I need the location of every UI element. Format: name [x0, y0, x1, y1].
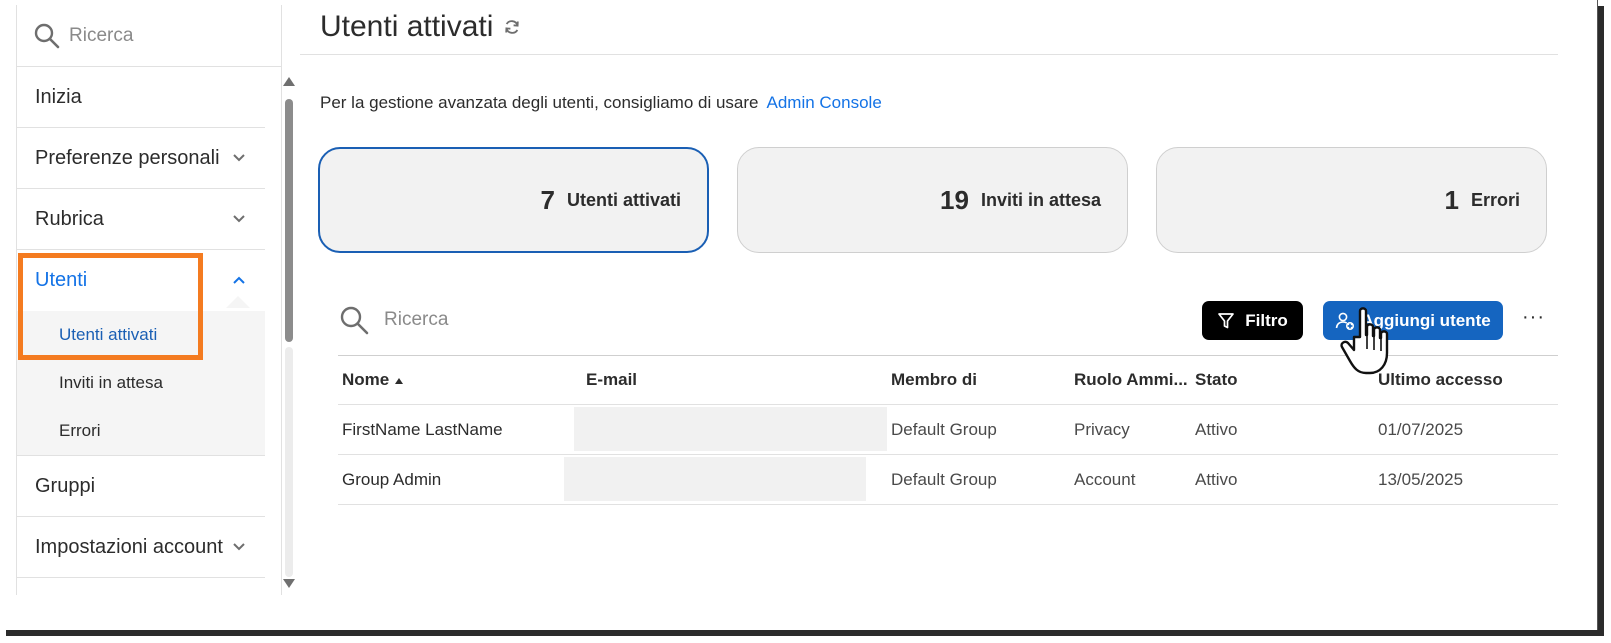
column-header-nome[interactable]: Nome [342, 356, 404, 404]
add-user-icon [1336, 312, 1355, 330]
card-count: 1 [1444, 184, 1459, 215]
sort-ascending-icon [395, 378, 404, 384]
sidebar-item-gruppi[interactable]: Gruppi [17, 456, 265, 517]
page-title: Utenti attivati [320, 10, 494, 43]
column-header-stato[interactable]: Stato [1195, 356, 1238, 404]
users-table: Nome E-mail Membro di Ruolo Ammi... Stat… [338, 355, 1558, 505]
more-options-icon[interactable]: ··· [1522, 306, 1545, 329]
column-header-ruolo[interactable]: Ruolo Ammi... [1074, 356, 1188, 404]
sidebar-search-input[interactable] [69, 24, 259, 47]
chevron-down-icon [233, 154, 245, 162]
table-row[interactable]: Group Admin Default Group Account Attivo… [338, 455, 1558, 505]
card-count: 19 [940, 184, 969, 215]
cell-group: Default Group [891, 469, 997, 489]
card-label: Utenti attivati [566, 189, 681, 210]
table-search [338, 304, 684, 336]
sidebar-subitem-label: Errori [59, 421, 101, 440]
column-header-email[interactable]: E-mail [586, 356, 637, 404]
sidebar-subitem-label: Utenti attivati [59, 325, 158, 344]
table-toolbar: Filtro Aggiungi utente ··· [338, 300, 1560, 342]
sidebar-search [17, 5, 282, 67]
cell-last-access: 13/05/2025 [1378, 469, 1464, 489]
main-content: Utenti attivati Per la gestione avanzata… [300, 0, 1597, 630]
sidebar-subitem-label: Inviti in attesa [59, 373, 163, 392]
cell-role: Privacy [1074, 419, 1130, 439]
cell-status: Attivo [1195, 469, 1238, 489]
sidebar-item-preferenze[interactable]: Preferenze personali [17, 128, 265, 189]
filter-button[interactable]: Filtro [1202, 301, 1303, 340]
table-search-input[interactable] [384, 309, 684, 331]
sidebar-item-rubrica[interactable]: Rubrica [17, 189, 265, 250]
search-icon [340, 306, 369, 335]
card-count: 7 [540, 184, 555, 215]
scroll-up-arrow-icon[interactable] [283, 77, 295, 86]
card-utenti-attivati[interactable]: 7 Utenti attivati [318, 147, 709, 253]
intro-message: Per la gestione avanzata degli utenti, c… [320, 93, 759, 112]
sidebar-item-label: Inizia [35, 85, 82, 108]
scroll-track[interactable] [285, 347, 293, 577]
cell-name: Group Admin [342, 469, 442, 489]
email-redacted [564, 457, 866, 501]
intro-text: Per la gestione avanzata degli utenti, c… [320, 93, 882, 113]
chevron-down-icon [233, 215, 245, 223]
column-header-membro-di[interactable]: Membro di [891, 356, 977, 404]
card-label: Errori [1470, 189, 1520, 210]
search-icon [34, 23, 60, 48]
sidebar-item-label: Impostazioni account [35, 535, 223, 558]
admin-console-link[interactable]: Admin Console [767, 93, 882, 112]
card-errori[interactable]: 1 Errori [1156, 147, 1547, 253]
add-user-button[interactable]: Aggiungi utente [1323, 301, 1503, 340]
table-row[interactable]: FirstName LastName Default Group Privacy… [338, 405, 1558, 455]
sidebar-subitem-inviti[interactable]: Inviti in attesa [17, 359, 265, 407]
sidebar-item-label: Preferenze personali [35, 146, 220, 169]
card-label: Inviti in attesa [980, 189, 1101, 210]
cell-status: Attivo [1195, 419, 1238, 439]
refresh-icon[interactable] [503, 18, 521, 36]
scroll-thumb[interactable] [285, 99, 293, 342]
cell-group: Default Group [891, 419, 997, 439]
sidebar-sublist-utenti: Utenti attivati Inviti in attesa Errori [17, 311, 265, 456]
chevron-up-icon [233, 276, 245, 284]
email-redacted [574, 407, 887, 451]
column-header-ultimo-accesso[interactable]: Ultimo accesso [1378, 356, 1503, 404]
cell-role: Account [1074, 469, 1136, 489]
sidebar-item-label: Rubrica [35, 207, 104, 230]
filter-button-label: Filtro [1245, 310, 1288, 330]
column-header-label: Nome [342, 370, 390, 389]
add-user-button-label: Aggiungi utente [1361, 310, 1491, 330]
cell-last-access: 01/07/2025 [1378, 419, 1464, 439]
sidebar-subitem-utenti-attivati[interactable]: Utenti attivati [17, 311, 265, 359]
scroll-down-arrow-icon[interactable] [283, 579, 295, 588]
page-header: Utenti attivati [300, 0, 1558, 55]
chevron-down-icon [233, 543, 245, 551]
sidebar-subitem-errori[interactable]: Errori [17, 407, 265, 455]
filter-icon [1218, 312, 1235, 328]
sidebar-nav: Inizia Preferenze personali Rubrica Uten… [17, 67, 265, 578]
table-header: Nome E-mail Membro di Ruolo Ammi... Stat… [338, 355, 1558, 405]
sidebar-scrollbar[interactable] [281, 77, 297, 592]
cell-name: FirstName LastName [342, 419, 503, 439]
sidebar-item-impostazioni[interactable]: Impostazioni account [17, 517, 265, 578]
selection-notch [226, 296, 250, 308]
sidebar-item-inizia[interactable]: Inizia [17, 67, 265, 128]
sidebar-item-label: Utenti [35, 269, 88, 291]
summary-cards: 7 Utenti attivati 19 Inviti in attesa 1 … [318, 147, 1548, 253]
app-window: Inizia Preferenze personali Rubrica Uten… [0, 0, 1598, 630]
sidebar-item-label: Gruppi [35, 474, 96, 497]
card-inviti-in-attesa[interactable]: 19 Inviti in attesa [737, 147, 1128, 253]
